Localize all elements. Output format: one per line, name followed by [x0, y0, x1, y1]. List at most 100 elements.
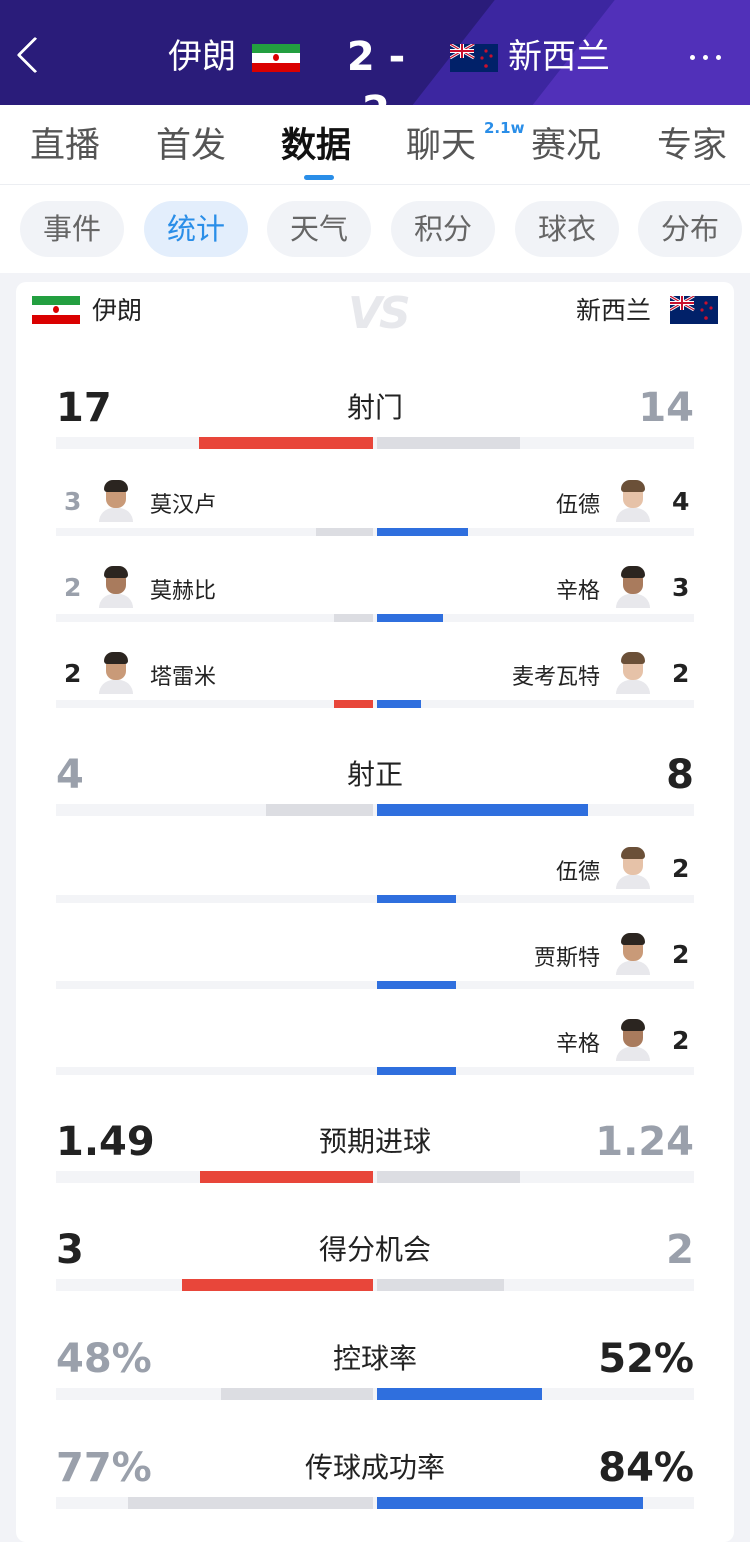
more-options-icon[interactable]	[690, 55, 721, 60]
shots-away-bar	[377, 437, 520, 449]
player-name[interactable]: 伍德	[556, 857, 600, 889]
chip-distribution[interactable]: 分布	[638, 201, 742, 257]
xg-away-value: 1.24	[595, 1119, 694, 1165]
away-team-name: 新西兰	[508, 37, 610, 77]
shots-away-value: 14	[638, 385, 694, 431]
xg-bar-track	[56, 1171, 694, 1183]
player-away-bar	[377, 528, 468, 536]
player-avatar[interactable]	[99, 650, 133, 694]
player-away-bar	[377, 1067, 456, 1075]
player-name[interactable]: 辛格	[556, 1029, 600, 1061]
player-home-bar	[316, 528, 373, 536]
chances-home-bar	[182, 1279, 373, 1291]
player-home-bar	[334, 614, 373, 622]
possession-home-bar	[221, 1388, 373, 1400]
new-zealand-flag-icon	[450, 44, 498, 72]
back-icon[interactable]	[16, 36, 54, 74]
iran-flag-icon	[252, 44, 300, 72]
player-avatar[interactable]	[616, 478, 650, 522]
player-bar-track	[56, 1067, 694, 1075]
tab-experts[interactable]: 专家	[657, 123, 727, 169]
player-bar-track	[56, 981, 694, 989]
possession-label: 控球率	[332, 1342, 417, 1375]
tab-live[interactable]: 直播	[30, 123, 100, 169]
pass-accuracy-home-bar	[128, 1497, 373, 1509]
player-bar-track	[56, 614, 694, 622]
chip-stats[interactable]: 统计	[144, 201, 248, 257]
player-avatar[interactable]	[99, 478, 133, 522]
player-bar-track	[56, 895, 694, 903]
xg-away-bar	[377, 1171, 520, 1183]
player-bar-track	[56, 700, 694, 708]
chances-away-value: 2	[666, 1227, 694, 1273]
match-score: 2 - 2	[346, 34, 406, 105]
player-avatar[interactable]	[616, 564, 650, 608]
player-avatar[interactable]	[616, 1017, 650, 1061]
player-sot-count: 2	[672, 854, 690, 883]
player-name[interactable]: 塔雷米	[150, 662, 216, 694]
home-team-label: 伊朗	[92, 296, 143, 325]
player-shots-count: 2	[64, 659, 82, 688]
active-tab-indicator	[304, 175, 334, 180]
match-header: 伊朗 2 - 2 新西兰	[0, 0, 750, 105]
player-shots-count: 2	[672, 659, 690, 688]
chip-events[interactable]: 事件	[20, 201, 124, 257]
chances-home-value: 3	[56, 1227, 84, 1273]
tab-data[interactable]: 数据	[281, 123, 351, 169]
player-name[interactable]: 莫汉卢	[150, 490, 216, 522]
tab-match-report[interactable]: 赛况	[531, 123, 601, 169]
player-name[interactable]: 莫赫比	[150, 576, 216, 608]
player-away-bar	[377, 981, 456, 989]
tab-lineup[interactable]: 首发	[156, 123, 226, 169]
iran-flag-icon	[32, 296, 80, 324]
sot-home-value: 4	[56, 752, 84, 798]
player-avatar[interactable]	[99, 564, 133, 608]
player-bar-track	[56, 528, 694, 536]
chances-label: 得分机会	[318, 1233, 431, 1266]
xg-home-value: 1.49	[56, 1119, 155, 1165]
tab-chat[interactable]: 聊天	[406, 123, 476, 169]
player-sot-count: 2	[672, 940, 690, 969]
away-team-label: 新西兰	[576, 296, 652, 325]
chip-standings[interactable]: 积分	[391, 201, 495, 257]
player-shots-count: 3	[64, 487, 82, 516]
player-shots-count: 2	[64, 573, 82, 602]
player-name[interactable]: 贾斯特	[534, 943, 600, 975]
main-tabs: 直播 首发 数据 聊天 2.1w 赛况 专家	[0, 105, 750, 185]
chances-bar-track	[56, 1279, 694, 1291]
chances-away-bar	[377, 1279, 504, 1291]
sot-home-bar	[266, 804, 373, 816]
chat-count-badge: 2.1w	[484, 119, 525, 137]
player-avatar[interactable]	[616, 650, 650, 694]
player-away-bar	[377, 700, 421, 708]
player-away-bar	[377, 895, 456, 903]
player-name[interactable]: 辛格	[556, 576, 600, 608]
player-home-bar	[334, 700, 373, 708]
chip-jerseys[interactable]: 球衣	[515, 201, 619, 257]
vs-logo: VS	[348, 288, 411, 339]
shots-bar-track	[56, 437, 694, 449]
player-name[interactable]: 麦考瓦特	[512, 662, 600, 694]
player-name[interactable]: 伍德	[556, 490, 600, 522]
xg-home-bar	[200, 1171, 373, 1183]
player-shots-count: 3	[672, 573, 690, 602]
player-avatar[interactable]	[616, 845, 650, 889]
sot-away-value: 8	[666, 752, 694, 798]
pass-accuracy-away-bar	[377, 1497, 643, 1509]
pass-accuracy-label: 传球成功率	[304, 1451, 445, 1484]
possession-home-value: 48%	[56, 1336, 152, 1382]
sot-away-bar	[377, 804, 588, 816]
shots-home-value: 17	[56, 385, 112, 431]
sot-label: 射正	[346, 758, 403, 791]
possession-bar-track	[56, 1388, 694, 1400]
shots-label: 射门	[346, 391, 403, 424]
chip-weather[interactable]: 天气	[267, 201, 371, 257]
possession-away-value: 52%	[598, 1336, 694, 1382]
home-team-name: 伊朗	[168, 37, 236, 77]
player-away-bar	[377, 614, 443, 622]
sot-bar-track	[56, 804, 694, 816]
player-sot-count: 2	[672, 1026, 690, 1055]
player-avatar[interactable]	[616, 931, 650, 975]
possession-away-bar	[377, 1388, 542, 1400]
xg-label: 预期进球	[318, 1125, 431, 1158]
